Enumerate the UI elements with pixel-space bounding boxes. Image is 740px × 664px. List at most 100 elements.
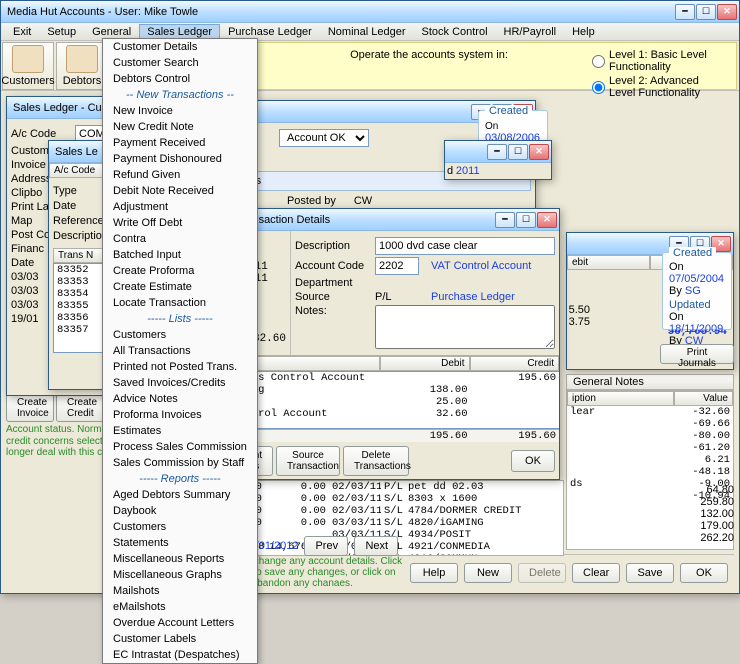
table-row[interactable]: reditors Control Account195.60	[211, 372, 559, 384]
menu-item[interactable]: Create Proforma	[103, 263, 257, 279]
table-row[interactable]: 6.21	[567, 454, 733, 466]
status-select[interactable]: Account OK	[279, 129, 369, 147]
print-journals-button[interactable]: Print Journals	[660, 344, 734, 364]
menu-item[interactable]: New Credit Note	[103, 119, 257, 135]
menu-setup[interactable]: Setup	[39, 24, 84, 40]
menu-help[interactable]: Help	[564, 24, 603, 40]
menu-item[interactable]: Contra	[103, 231, 257, 247]
menu-item[interactable]: Proforma Invoices	[103, 407, 257, 423]
prev-button[interactable]: Prev	[304, 536, 348, 556]
create-credit-button[interactable]: Create Credit	[56, 394, 104, 422]
td-min[interactable]: ━	[495, 212, 515, 228]
table-row[interactable]: 0.000.0002/03/11P/Lpet dd 02.03	[211, 481, 563, 493]
menu-item[interactable]: Customers	[103, 519, 257, 535]
menu-item[interactable]: Batched Input	[103, 247, 257, 263]
menu-nominal-ledger[interactable]: Nominal Ledger	[320, 24, 414, 40]
table-row[interactable]: AT Control Account32.60	[211, 408, 559, 420]
alc-code-label: A/c Code	[11, 128, 71, 140]
main-titlebar: Media Hut Accounts - User: Mike Towle ━ …	[1, 1, 739, 23]
status-hint: Account status. Norma credit concerns se…	[6, 424, 116, 459]
posted-by-label: Posted by	[287, 195, 336, 207]
menu-item[interactable]: eMailshots	[103, 599, 257, 615]
menu-item[interactable]: Customer Search	[103, 55, 257, 71]
acc-code-label: Account Code	[295, 260, 371, 272]
td-max[interactable]: ☐	[516, 212, 536, 228]
max-button[interactable]: ☐	[696, 4, 716, 20]
table-row[interactable]: -61.20	[567, 442, 733, 454]
close-button[interactable]: ✕	[717, 4, 737, 20]
menu-item[interactable]: Miscellaneous Reports	[103, 551, 257, 567]
clear-button[interactable]: Clear	[572, 563, 620, 583]
min-button[interactable]: ━	[675, 4, 695, 20]
menu-item[interactable]: Estimates	[103, 423, 257, 439]
notes-input[interactable]	[375, 305, 555, 349]
acc-link[interactable]: VAT Control Account	[431, 260, 531, 272]
menu-item[interactable]: Customers	[103, 327, 257, 343]
level2-option[interactable]: Level 2: Advanced Level Functionality	[592, 75, 726, 99]
help-button[interactable]: Help	[410, 563, 458, 583]
mini-close[interactable]: ✕	[529, 144, 549, 160]
menu-item[interactable]: Locate Transaction	[103, 295, 257, 311]
menu-item[interactable]: Payment Dishonoured	[103, 151, 257, 167]
source-val: P/L	[375, 291, 419, 303]
toolbar-debtors[interactable]: Debtors	[56, 42, 108, 90]
menu-item: -- New Transactions --	[103, 87, 257, 103]
menu-item[interactable]: Customer Labels	[103, 631, 257, 647]
create-invoice-button[interactable]: Create Invoice	[6, 394, 54, 422]
desc-input[interactable]	[375, 237, 555, 255]
menu-item[interactable]: Payment Received	[103, 135, 257, 151]
menu-item[interactable]: All Transactions	[103, 343, 257, 359]
menu-item[interactable]: Debit Note Received	[103, 183, 257, 199]
td-ok-button[interactable]: OK	[511, 450, 555, 472]
menu-item[interactable]: Advice Notes	[103, 391, 257, 407]
table-row[interactable]: -69.66	[567, 418, 733, 430]
menu-item[interactable]: Statements	[103, 535, 257, 551]
mini-max[interactable]: ☐	[508, 144, 528, 160]
table-row[interactable]: 0.000.0003/03/11S/L4820/iGAMING	[211, 517, 563, 529]
sl-cust-title: Sales Ledger - Cu	[13, 102, 102, 114]
menu-item[interactable]: EC Intrastat (Despatches)	[103, 647, 257, 663]
table-row[interactable]: 0.000.0002/03/11S/L8303 x 1600	[211, 493, 563, 505]
menu-item[interactable]: Create Estimate	[103, 279, 257, 295]
debtors-icon	[66, 45, 98, 73]
table-row[interactable]: ackaging138.00	[211, 384, 559, 396]
notes-label: Notes:	[295, 305, 371, 317]
save-button[interactable]: Save	[626, 563, 674, 583]
menu-item[interactable]: Refund Given	[103, 167, 257, 183]
menu-item[interactable]: Process Sales Commission	[103, 439, 257, 455]
menu-item[interactable]: Sales Commission by Staff	[103, 455, 257, 471]
col-debit: Debit	[380, 356, 470, 371]
table-row[interactable]: lear-32.60	[567, 406, 733, 418]
menu-exit[interactable]: Exit	[5, 24, 39, 40]
table-row[interactable]: arriage25.00	[211, 396, 559, 408]
new-button[interactable]: New	[464, 563, 512, 583]
menu-item[interactable]: Write Off Debt	[103, 215, 257, 231]
menu-item[interactable]: Mailshots	[103, 583, 257, 599]
menu-hr-payroll[interactable]: HR/Payroll	[496, 24, 565, 40]
td-close[interactable]: ✕	[537, 212, 557, 228]
menu-item[interactable]: Aged Debtors Summary	[103, 487, 257, 503]
menu-item[interactable]: Saved Invoices/Credits	[103, 375, 257, 391]
table-row[interactable]: -48.18	[567, 466, 733, 478]
source-link[interactable]: Purchase Ledger	[431, 291, 515, 303]
menu-item[interactable]: Daybook	[103, 503, 257, 519]
src-trans-button[interactable]: Source Transaction	[276, 446, 340, 476]
menu-item[interactable]: Customer Details	[103, 39, 257, 55]
table-row[interactable]: -80.00	[567, 430, 733, 442]
mini-min[interactable]: ━	[487, 144, 507, 160]
del-trans-button[interactable]: Delete Transactions	[343, 446, 409, 476]
ok-button[interactable]: OK	[680, 563, 728, 583]
next-button[interactable]: Next	[354, 536, 398, 556]
menu-stock-control[interactable]: Stock Control	[414, 24, 496, 40]
menu-item[interactable]: Overdue Account Letters	[103, 615, 257, 631]
menu-item[interactable]: Printed not Posted Trans.	[103, 359, 257, 375]
level1-option[interactable]: Level 1: Basic Level Functionality	[592, 49, 726, 73]
main-title: Media Hut Accounts - User: Mike Towle	[7, 6, 198, 18]
table-row[interactable]: 0.000.0002/03/11S/L4784/DORMER CREDIT	[211, 505, 563, 517]
menu-item[interactable]: Debtors Control	[103, 71, 257, 87]
menu-item[interactable]: Adjustment	[103, 199, 257, 215]
menu-item[interactable]: Miscellaneous Graphs	[103, 567, 257, 583]
menu-item[interactable]: New Invoice	[103, 103, 257, 119]
acc-code-input[interactable]	[375, 257, 419, 275]
toolbar-customers[interactable]: Customers	[2, 42, 54, 90]
